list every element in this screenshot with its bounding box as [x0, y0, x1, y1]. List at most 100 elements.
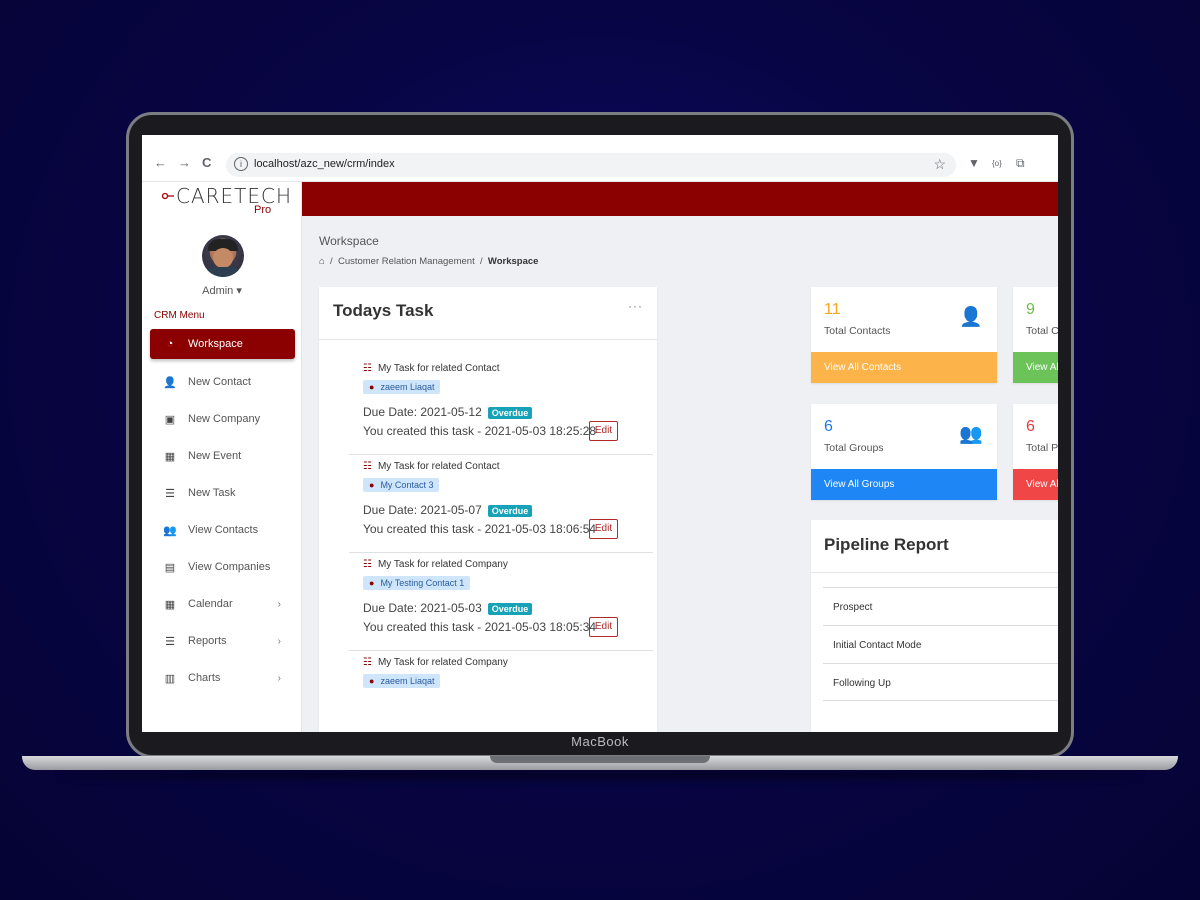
- created-info: You created this task - 2021-05-03 18:06…: [363, 522, 597, 536]
- stat-label: Total Companies: [1026, 325, 1058, 337]
- due-date: Due Date: 2021-05-03 Overdue: [363, 601, 533, 615]
- related-contact-badge[interactable]: ● My Testing Contact 1: [363, 576, 471, 590]
- sidebar: CARETECH Pro Admin ▾ CRM Menu ◔ Workspac…: [142, 182, 302, 732]
- laptop-shadow: [60, 770, 1140, 780]
- users-icon: 👥: [163, 524, 177, 537]
- pipeline-stage-name: Prospect: [833, 602, 873, 613]
- sidebar-item-label: Calendar: [188, 598, 233, 610]
- related-contact-badge[interactable]: ● zaeem Liaqat: [363, 674, 441, 688]
- stat-card-groups: 6 Total Groups 👥 View All Groups: [811, 404, 997, 500]
- breadcrumb-parent[interactable]: Customer Relation Management: [338, 256, 475, 267]
- logo-subtext: Pro: [254, 204, 272, 216]
- home-icon[interactable]: ⌂: [319, 256, 325, 267]
- view-all-pipelines-link[interactable]: View All Pipelines: [1013, 469, 1058, 500]
- logo-mark-icon: [162, 192, 174, 200]
- sidebar-item-new-event[interactable]: ▦ New Event: [150, 441, 295, 471]
- pipeline-report-card: Pipeline Report ··· Prospect 0 Initial C…: [811, 520, 1058, 732]
- list-icon: ☰: [165, 635, 175, 648]
- task-item: ☷ My Task for related Contact ● zaeem Liaq…: [349, 357, 653, 455]
- breadcrumb-current: Workspace: [487, 256, 539, 267]
- back-icon[interactable]: ←: [154, 155, 167, 170]
- task-title[interactable]: ☷ My Task for related Contact: [363, 461, 500, 472]
- task-item: ☷ My Task for related Company ● My Testing…: [349, 553, 653, 651]
- stat-value: 9: [1026, 301, 1035, 318]
- stat-value: 6: [824, 418, 833, 435]
- user-icon: ●: [369, 382, 375, 392]
- extensions-puzzle-icon[interactable]: ⧉: [1016, 156, 1025, 171]
- stat-card-contacts: 11 Total Contacts 👤 View All Contacts: [811, 287, 997, 383]
- bar-chart-icon: ▥: [164, 672, 176, 685]
- stat-value: 11: [824, 301, 841, 318]
- task-list-icon: ☷: [363, 461, 372, 472]
- chevron-right-icon: ›: [277, 672, 281, 684]
- top-navbar: [302, 182, 1058, 216]
- overdue-badge: Overdue: [487, 407, 533, 419]
- bookmark-star-icon[interactable]: ☆: [933, 156, 946, 173]
- extension-vue-icon[interactable]: ▼: [968, 156, 980, 170]
- sidebar-item-new-company[interactable]: ▣ New Company: [150, 404, 295, 434]
- pipeline-stage-name: Initial Contact Mode: [833, 640, 922, 651]
- view-all-groups-link[interactable]: View All Groups: [811, 469, 997, 500]
- pipeline-stage-name: Following Up: [833, 678, 891, 689]
- user-menu-toggle[interactable]: Admin ▾: [142, 284, 302, 297]
- sidebar-item-view-contacts[interactable]: 👥 View Contacts: [150, 515, 295, 545]
- breadcrumb-separator: /: [330, 256, 333, 267]
- id-card-icon: ▣: [164, 413, 176, 426]
- card-title: Todays Task: [333, 301, 434, 320]
- address-bar[interactable]: i localhost/azc_new/crm/index ☆: [226, 153, 956, 177]
- stat-card-companies: 9 Total Companies ▣ View All Companies: [1013, 287, 1058, 383]
- url-text[interactable]: localhost/azc_new/crm/index: [254, 158, 395, 170]
- avatar[interactable]: [202, 235, 244, 277]
- sidebar-item-label: View Contacts: [188, 524, 259, 536]
- sidebar-item-workspace[interactable]: ◔ Workspace: [150, 329, 295, 359]
- due-date: Due Date: 2021-05-07 Overdue: [363, 503, 533, 517]
- sidebar-item-label: View Companies: [188, 561, 271, 573]
- created-info: You created this task - 2021-05-03 18:25…: [363, 424, 597, 438]
- task-title[interactable]: ☷ My Task for related Company: [363, 657, 508, 668]
- sidebar-item-label: Workspace: [188, 338, 243, 350]
- logo-text: CARETECH: [176, 184, 293, 208]
- caretech-logo[interactable]: CARETECH Pro: [162, 184, 292, 218]
- calendar-plus-icon: ▦: [164, 450, 176, 463]
- edit-button[interactable]: Edit: [589, 617, 618, 637]
- view-all-companies-link[interactable]: View All Companies: [1013, 352, 1058, 383]
- user-icon: 👤: [959, 307, 983, 328]
- task-title[interactable]: ☷ My Task for related Contact: [363, 363, 500, 374]
- chevron-right-icon: ›: [277, 635, 281, 647]
- sidebar-item-reports[interactable]: ☰ Reports ›: [150, 626, 295, 656]
- user-plus-icon: 👤: [163, 376, 177, 389]
- site-info-icon[interactable]: i: [234, 157, 248, 171]
- overdue-badge: Overdue: [487, 603, 533, 615]
- related-contact-badge[interactable]: ● zaeem Liaqat: [363, 380, 441, 394]
- sidebar-section-title: CRM Menu: [154, 310, 205, 321]
- related-contact-badge[interactable]: ● My Contact 3: [363, 478, 440, 492]
- address-card-icon: ▤: [164, 561, 176, 574]
- task-list-icon: ☰: [165, 487, 175, 500]
- sidebar-item-new-task[interactable]: ☰ New Task: [150, 478, 295, 508]
- stat-label: Total Contacts: [824, 325, 891, 337]
- card-options-icon[interactable]: ···: [628, 299, 643, 313]
- edit-button[interactable]: Edit: [589, 519, 618, 539]
- sidebar-item-charts[interactable]: ▥ Charts ›: [150, 663, 295, 693]
- sidebar-item-view-companies[interactable]: ▤ View Companies: [150, 552, 295, 582]
- user-icon: ●: [369, 676, 375, 686]
- table-row: Initial Contact Mode 0: [823, 625, 1058, 663]
- sidebar-item-calendar[interactable]: ▦ Calendar ›: [150, 589, 295, 619]
- task-title[interactable]: ☷ My Task for related Company: [363, 559, 508, 570]
- user-icon: ●: [369, 480, 375, 490]
- overdue-badge: Overdue: [487, 505, 533, 517]
- task-list-icon: ☷: [363, 363, 372, 374]
- laptop-notch: [490, 756, 710, 763]
- extension-json-icon[interactable]: {o}: [992, 159, 1002, 168]
- sidebar-item-label: New Contact: [188, 376, 251, 388]
- laptop-screen: ← → C i localhost/azc_new/crm/index ☆ ▼ …: [142, 135, 1058, 732]
- sidebar-item-new-contact[interactable]: 👤 New Contact: [150, 367, 295, 397]
- dashboard-icon: ◔: [166, 338, 174, 350]
- stat-card-pipelines: 6 Total Pipelines ⚑ View All Pipelines: [1013, 404, 1058, 500]
- table-row: Following Up 0: [823, 663, 1058, 701]
- page-title: Workspace: [319, 234, 379, 248]
- reload-icon[interactable]: C: [202, 155, 211, 170]
- forward-icon[interactable]: →: [178, 155, 191, 170]
- view-all-contacts-link[interactable]: View All Contacts: [811, 352, 997, 383]
- edit-button[interactable]: Edit: [589, 421, 618, 441]
